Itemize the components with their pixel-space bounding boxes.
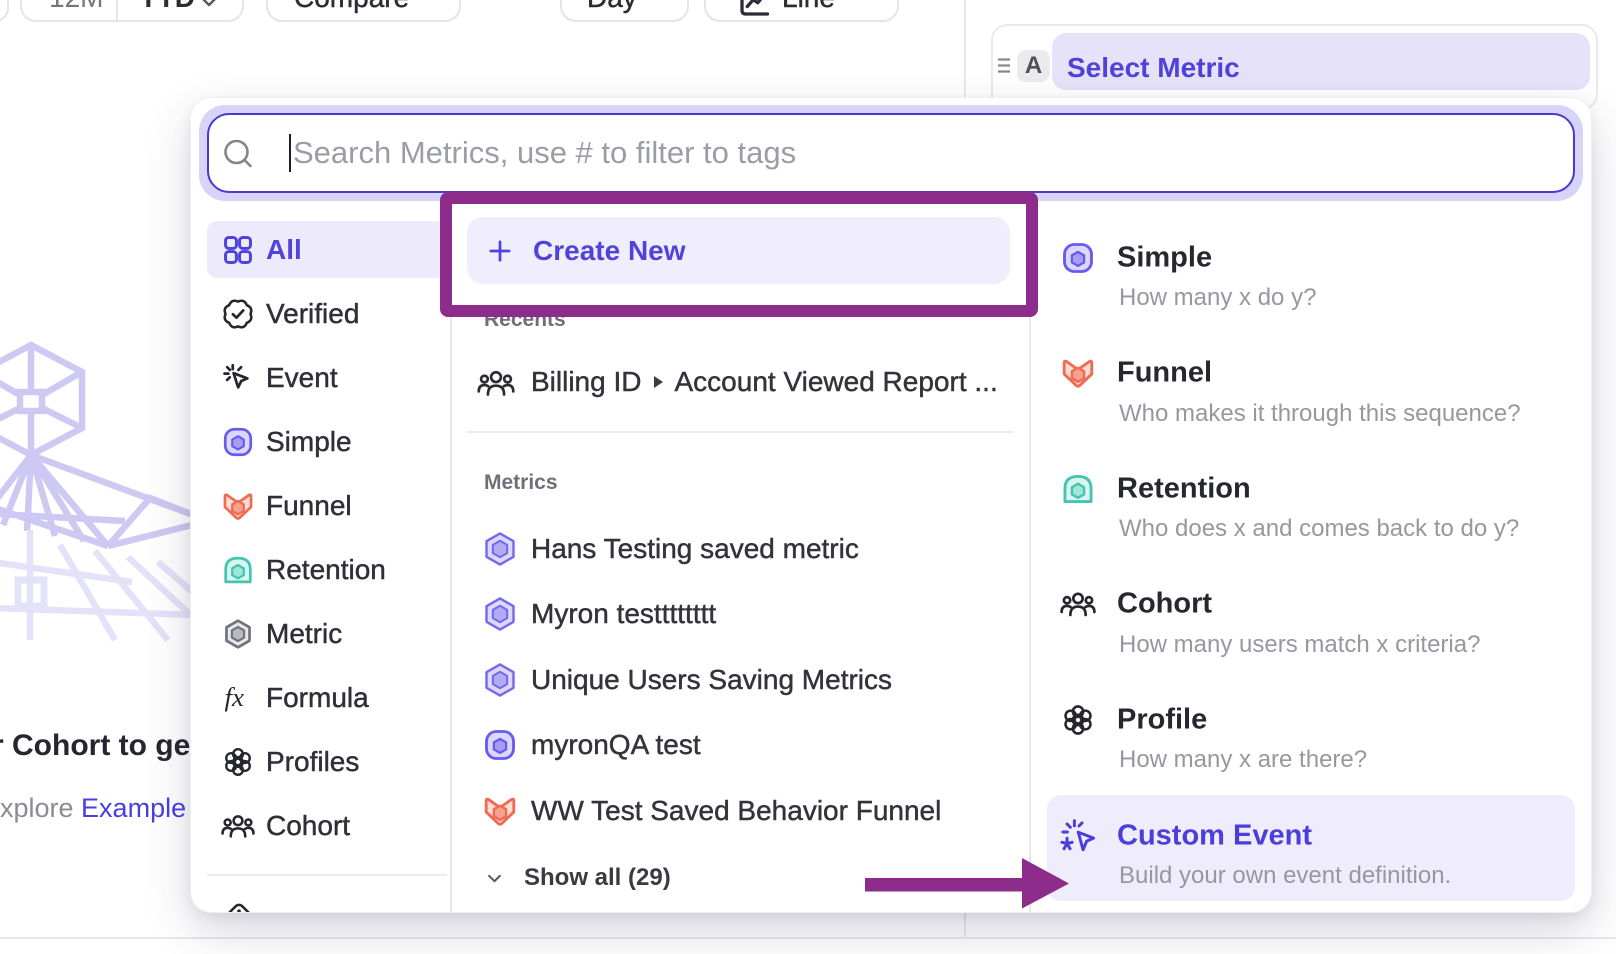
svg-text:fx: fx [225, 681, 244, 711]
